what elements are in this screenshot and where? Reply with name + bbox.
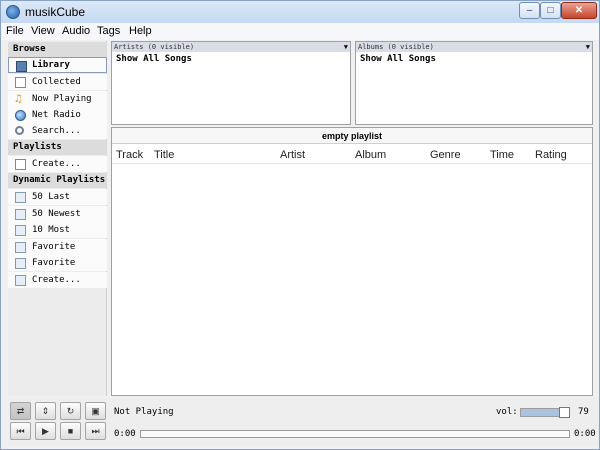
sidebar-item-label: Library [32, 60, 70, 70]
volume-knob[interactable] [559, 407, 570, 418]
folder-icon [15, 77, 26, 88]
column-genre[interactable]: Genre [430, 149, 461, 161]
globe-icon [15, 110, 26, 121]
play-button[interactable]: ▶ [35, 422, 56, 440]
menu-bar: File View Audio Tags Help [1, 23, 599, 40]
sidebar-item-50-last-played[interactable]: 50 Last Played [8, 189, 107, 218]
window-title: musikCube [25, 5, 86, 19]
repeat-button[interactable]: ↻ [60, 402, 81, 420]
volume-value: 79 [578, 407, 589, 417]
menu-help[interactable]: Help [129, 25, 152, 37]
sidebar-item-net-radio[interactable]: Net Radio [8, 107, 107, 123]
volume-fill [521, 409, 559, 416]
time-total: 0:00 [574, 429, 596, 439]
previous-button[interactable]: ⏮ [10, 422, 31, 440]
dynamic-playlist-icon [15, 209, 26, 220]
dynamic-playlists-header: Dynamic Playlists [8, 173, 107, 188]
seek-bar[interactable] [140, 430, 570, 438]
column-rating[interactable]: Rating [535, 149, 567, 161]
maximize-button[interactable]: □ [540, 2, 561, 19]
playlist-view[interactable]: empty playlist Track Title Artist Album … [111, 127, 593, 396]
sidebar-item-label: 50 Newest [32, 209, 81, 219]
menu-file[interactable]: File [6, 25, 24, 37]
sidebar-item-label: Search... [32, 126, 81, 136]
sidebar-item-label: Net Radio [32, 110, 81, 120]
playlists-header: Playlists [8, 140, 107, 155]
sidebar-item-label: Create... [32, 159, 81, 169]
dynamic-playlist-icon [15, 258, 26, 269]
sidebar-item-create-dynamic[interactable]: Create... [8, 272, 107, 288]
dropdown-arrow-icon[interactable]: ▼ [344, 42, 348, 52]
browse-header: Browse [8, 42, 107, 57]
fullscreen-button[interactable]: ▣ [85, 402, 106, 420]
sidebar-item-label: Create... [32, 275, 81, 285]
dynamic-playlist-icon [15, 225, 26, 236]
shuffle-button[interactable]: ⇄ [10, 402, 31, 420]
search-icon [15, 126, 24, 135]
title-bar[interactable]: musikCube – □ ✕ [1, 1, 599, 23]
menu-audio[interactable]: Audio [62, 25, 90, 37]
sidebar-item-label: Collected [32, 77, 81, 87]
sidebar-item-collected[interactable]: Collected [8, 74, 107, 90]
column-track[interactable]: Track [116, 149, 143, 161]
playlist-title: empty playlist [112, 128, 592, 144]
sidebar-item-now-playing[interactable]: ♫ Now Playing [8, 91, 107, 107]
column-title[interactable]: Title [154, 149, 174, 161]
sidebar-item-create-playlist[interactable]: Create... [8, 156, 107, 172]
sidebar-item-10-most-played[interactable]: 10 Most Played [8, 222, 107, 251]
time-elapsed: 0:00 [114, 429, 136, 439]
sidebar-item-favorite-artist[interactable]: Favorite Artist [8, 239, 107, 268]
artists-header-label: Artists (0 visible) [114, 43, 195, 51]
sidebar: Browse Library Collected ♫ Now Playing N… [8, 41, 107, 396]
dynamic-playlist-icon [15, 275, 26, 286]
equalizer-button[interactable]: ⇕ [35, 402, 56, 420]
stop-button[interactable]: ■ [60, 422, 81, 440]
close-button[interactable]: ✕ [561, 2, 597, 19]
playback-status: Not Playing [114, 407, 174, 417]
artists-pane[interactable]: Artists (0 visible) ▼ Show All Songs [111, 41, 351, 125]
sidebar-item-search[interactable]: Search... [8, 123, 107, 139]
albums-header-label: Albums (0 visible) [358, 43, 434, 51]
dynamic-playlist-icon [15, 242, 26, 253]
playlist-column-headers: Track Title Artist Album Genre Time Rati… [112, 146, 592, 164]
document-icon [15, 159, 26, 170]
artists-header[interactable]: Artists (0 visible) ▼ [112, 42, 350, 52]
sidebar-item-library[interactable]: Library [8, 57, 107, 73]
minimize-button[interactable]: – [519, 2, 540, 19]
sidebar-item-label: Now Playing [32, 94, 92, 104]
column-album[interactable]: Album [355, 149, 386, 161]
sidebar-item-favorite-album[interactable]: Favorite Album [8, 255, 107, 284]
dropdown-arrow-icon[interactable]: ▼ [586, 42, 590, 52]
menu-view[interactable]: View [31, 25, 55, 37]
albums-pane[interactable]: Albums (0 visible) ▼ Show All Songs [355, 41, 593, 125]
transport-bar: ⇄ ⇕ ↻ ▣ ⏮ ▶ ■ ⏭ Not Playing vol: 79 0:00… [8, 398, 599, 446]
sidebar-item-50-newest[interactable]: 50 Newest [8, 206, 107, 222]
music-note-icon: ♫ [15, 92, 22, 105]
volume-label: vol: [496, 407, 518, 417]
albums-show-all-row[interactable]: Show All Songs [360, 54, 436, 64]
albums-header[interactable]: Albums (0 visible) ▼ [356, 42, 592, 52]
artists-show-all-row[interactable]: Show All Songs [116, 54, 192, 64]
dynamic-playlist-icon [15, 192, 26, 203]
menu-tags[interactable]: Tags [97, 25, 120, 37]
column-artist[interactable]: Artist [280, 149, 305, 161]
next-button[interactable]: ⏭ [85, 422, 106, 440]
column-time[interactable]: Time [490, 149, 514, 161]
app-window: musikCube – □ ✕ File View Audio Tags Hel… [0, 0, 600, 450]
library-icon [16, 61, 27, 72]
app-logo-icon [6, 5, 20, 19]
